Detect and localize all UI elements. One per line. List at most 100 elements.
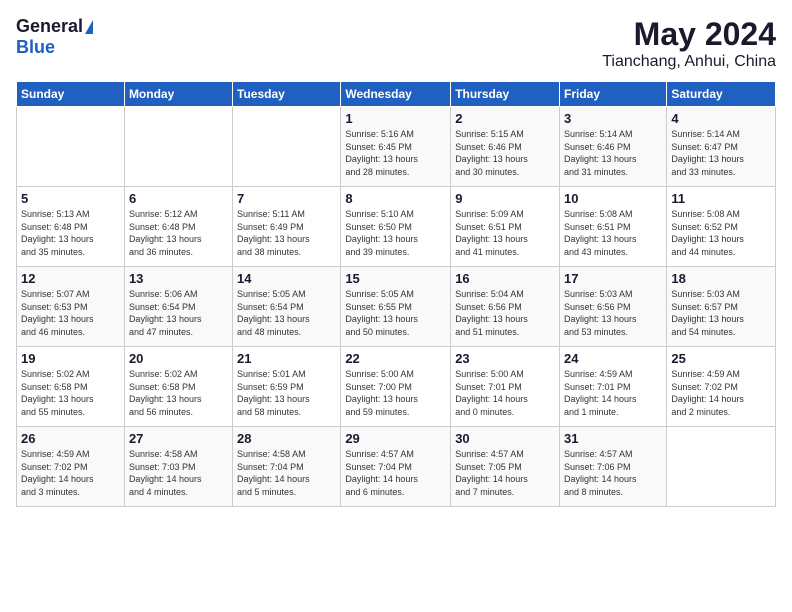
day-info: Sunrise: 4:58 AM Sunset: 7:04 PM Dayligh… [237,448,336,498]
calendar-cell: 24 Sunrise: 4:59 AM Sunset: 7:01 PM Dayli… [560,347,667,427]
day-number: 1 [345,111,446,126]
day-number: 24 [564,351,662,366]
day-info: Sunrise: 5:04 AM Sunset: 6:56 PM Dayligh… [455,288,555,338]
day-number: 11 [671,191,771,206]
calendar-cell: 29 Sunrise: 4:57 AM Sunset: 7:04 PM Dayli… [341,427,451,507]
day-number: 28 [237,431,336,446]
calendar-week-row: 5 Sunrise: 5:13 AM Sunset: 6:48 PM Daylig… [17,187,776,267]
calendar-cell: 15 Sunrise: 5:05 AM Sunset: 6:55 PM Dayli… [341,267,451,347]
calendar-cell: 21 Sunrise: 5:01 AM Sunset: 6:59 PM Dayli… [233,347,341,427]
calendar-cell: 11 Sunrise: 5:08 AM Sunset: 6:52 PM Dayli… [667,187,776,267]
day-info: Sunrise: 4:58 AM Sunset: 7:03 PM Dayligh… [129,448,228,498]
day-info: Sunrise: 5:13 AM Sunset: 6:48 PM Dayligh… [21,208,120,258]
day-info: Sunrise: 5:08 AM Sunset: 6:52 PM Dayligh… [671,208,771,258]
day-number: 21 [237,351,336,366]
logo-blue-text: Blue [16,37,55,58]
calendar-cell: 2Sunrise: 5:15 AM Sunset: 6:46 PM Daylig… [451,107,560,187]
day-info: Sunrise: 5:08 AM Sunset: 6:51 PM Dayligh… [564,208,662,258]
day-info: Sunrise: 4:59 AM Sunset: 7:01 PM Dayligh… [564,368,662,418]
day-info: Sunrise: 5:15 AM Sunset: 6:46 PM Dayligh… [455,128,555,178]
column-header-wednesday: Wednesday [341,82,451,107]
calendar-cell: 27 Sunrise: 4:58 AM Sunset: 7:03 PM Dayli… [124,427,232,507]
day-info: Sunrise: 5:02 AM Sunset: 6:58 PM Dayligh… [21,368,120,418]
day-number: 20 [129,351,228,366]
calendar-cell: 10 Sunrise: 5:08 AM Sunset: 6:51 PM Dayli… [560,187,667,267]
day-number: 10 [564,191,662,206]
calendar-cell: 19 Sunrise: 5:02 AM Sunset: 6:58 PM Dayli… [17,347,125,427]
calendar-cell: 7 Sunrise: 5:11 AM Sunset: 6:49 PM Daylig… [233,187,341,267]
calendar-cell: 12Sunrise: 5:07 AM Sunset: 6:53 PM Dayli… [17,267,125,347]
calendar-cell [124,107,232,187]
calendar-title: May 2024 [602,16,776,53]
day-number: 3 [564,111,662,126]
column-header-tuesday: Tuesday [233,82,341,107]
day-number: 22 [345,351,446,366]
calendar-week-row: 26 Sunrise: 4:59 AM Sunset: 7:02 PM Dayli… [17,427,776,507]
column-header-thursday: Thursday [451,82,560,107]
day-info: Sunrise: 5:16 AM Sunset: 6:45 PM Dayligh… [345,128,446,178]
day-info: Sunrise: 5:07 AM Sunset: 6:53 PM Dayligh… [21,288,120,338]
day-number: 23 [455,351,555,366]
calendar-cell: 9 Sunrise: 5:09 AM Sunset: 6:51 PM Daylig… [451,187,560,267]
day-info: Sunrise: 5:05 AM Sunset: 6:55 PM Dayligh… [345,288,446,338]
calendar-cell: 26 Sunrise: 4:59 AM Sunset: 7:02 PM Dayli… [17,427,125,507]
day-info: Sunrise: 5:06 AM Sunset: 6:54 PM Dayligh… [129,288,228,338]
calendar-cell: 3Sunrise: 5:14 AM Sunset: 6:46 PM Daylig… [560,107,667,187]
calendar-cell: 16 Sunrise: 5:04 AM Sunset: 6:56 PM Dayli… [451,267,560,347]
day-number: 16 [455,271,555,286]
day-info: Sunrise: 5:05 AM Sunset: 6:54 PM Dayligh… [237,288,336,338]
calendar-cell: 8Sunrise: 5:10 AM Sunset: 6:50 PM Daylig… [341,187,451,267]
day-number: 14 [237,271,336,286]
day-number: 27 [129,431,228,446]
calendar-week-row: 19 Sunrise: 5:02 AM Sunset: 6:58 PM Dayli… [17,347,776,427]
day-number: 9 [455,191,555,206]
calendar-cell: 25Sunrise: 4:59 AM Sunset: 7:02 PM Dayli… [667,347,776,427]
day-number: 6 [129,191,228,206]
day-info: Sunrise: 5:11 AM Sunset: 6:49 PM Dayligh… [237,208,336,258]
day-number: 26 [21,431,120,446]
calendar-week-row: 1 Sunrise: 5:16 AM Sunset: 6:45 PM Daylig… [17,107,776,187]
day-number: 13 [129,271,228,286]
calendar-cell: 22Sunrise: 5:00 AM Sunset: 7:00 PM Dayli… [341,347,451,427]
day-number: 29 [345,431,446,446]
calendar-cell: 31Sunrise: 4:57 AM Sunset: 7:06 PM Dayli… [560,427,667,507]
calendar-week-row: 12Sunrise: 5:07 AM Sunset: 6:53 PM Dayli… [17,267,776,347]
column-header-saturday: Saturday [667,82,776,107]
calendar-cell: 6 Sunrise: 5:12 AM Sunset: 6:48 PM Daylig… [124,187,232,267]
calendar-cell: 30Sunrise: 4:57 AM Sunset: 7:05 PM Dayli… [451,427,560,507]
day-number: 4 [671,111,771,126]
calendar-cell: 14 Sunrise: 5:05 AM Sunset: 6:54 PM Dayli… [233,267,341,347]
day-info: Sunrise: 4:59 AM Sunset: 7:02 PM Dayligh… [671,368,771,418]
calendar-cell: 4 Sunrise: 5:14 AM Sunset: 6:47 PM Daylig… [667,107,776,187]
calendar-cell [233,107,341,187]
day-number: 18 [671,271,771,286]
calendar-table: SundayMondayTuesdayWednesdayThursdayFrid… [16,81,776,507]
day-info: Sunrise: 5:10 AM Sunset: 6:50 PM Dayligh… [345,208,446,258]
logo-general-text: General [16,16,83,37]
column-header-sunday: Sunday [17,82,125,107]
day-info: Sunrise: 5:00 AM Sunset: 7:01 PM Dayligh… [455,368,555,418]
calendar-header-row: SundayMondayTuesdayWednesdayThursdayFrid… [17,82,776,107]
day-info: Sunrise: 5:09 AM Sunset: 6:51 PM Dayligh… [455,208,555,258]
day-info: Sunrise: 4:59 AM Sunset: 7:02 PM Dayligh… [21,448,120,498]
day-number: 15 [345,271,446,286]
day-info: Sunrise: 5:14 AM Sunset: 6:47 PM Dayligh… [671,128,771,178]
calendar-cell [667,427,776,507]
day-number: 5 [21,191,120,206]
calendar-cell [17,107,125,187]
day-number: 7 [237,191,336,206]
calendar-cell: 17Sunrise: 5:03 AM Sunset: 6:56 PM Dayli… [560,267,667,347]
calendar-cell: 1 Sunrise: 5:16 AM Sunset: 6:45 PM Daylig… [341,107,451,187]
calendar-cell: 20Sunrise: 5:02 AM Sunset: 6:58 PM Dayli… [124,347,232,427]
logo-icon [85,20,93,34]
day-number: 31 [564,431,662,446]
day-number: 19 [21,351,120,366]
day-info: Sunrise: 5:01 AM Sunset: 6:59 PM Dayligh… [237,368,336,418]
logo: General Blue [16,16,93,58]
title-block: May 2024 Tianchang, Anhui, China [602,16,776,71]
day-info: Sunrise: 5:12 AM Sunset: 6:48 PM Dayligh… [129,208,228,258]
day-info: Sunrise: 4:57 AM Sunset: 7:05 PM Dayligh… [455,448,555,498]
calendar-cell: 5 Sunrise: 5:13 AM Sunset: 6:48 PM Daylig… [17,187,125,267]
day-info: Sunrise: 4:57 AM Sunset: 7:04 PM Dayligh… [345,448,446,498]
calendar-cell: 13 Sunrise: 5:06 AM Sunset: 6:54 PM Dayli… [124,267,232,347]
